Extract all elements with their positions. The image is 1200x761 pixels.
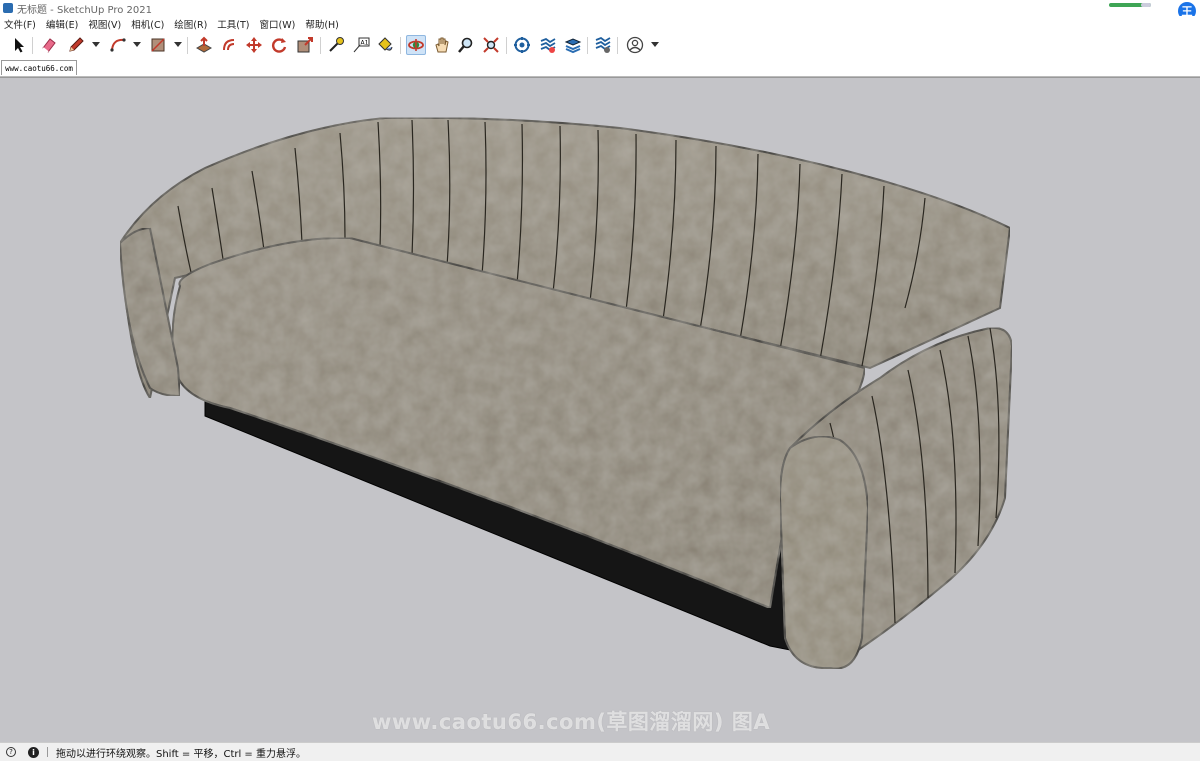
menu-help[interactable]: 帮助(H) — [305, 17, 339, 31]
info-icon[interactable]: i — [28, 746, 39, 758]
account-dropdown-icon[interactable] — [651, 42, 659, 47]
arc-dropdown-icon[interactable] — [133, 42, 141, 47]
warehouse-icon[interactable] — [512, 35, 532, 55]
geolocation-icon[interactable]: ? — [6, 747, 16, 757]
pan-icon[interactable] — [432, 35, 452, 55]
progress-bar — [1109, 3, 1151, 7]
text-icon[interactable]: A1 — [351, 35, 371, 55]
window-title: 无标题 - SketchUp Pro 2021 — [17, 4, 152, 16]
svg-text:A1: A1 — [361, 40, 369, 47]
layout-icon[interactable] — [563, 35, 583, 55]
scale-icon[interactable] — [295, 35, 315, 55]
offset-icon[interactable] — [219, 35, 239, 55]
watermark-text: www.caotu66.com(草图溜溜网) 图A — [372, 710, 771, 734]
eraser-icon[interactable] — [39, 35, 59, 55]
sofa-model — [118, 116, 1014, 670]
menu-bar: 文件(F) 编辑(E) 视图(V) 相机(C) 绘图(R) 工具(T) 窗口(W… — [0, 16, 1200, 32]
tape-measure-icon[interactable] — [326, 35, 346, 55]
account-icon[interactable] — [625, 35, 645, 55]
push-pull-icon[interactable] — [194, 35, 214, 55]
title-bar: 无标题 - SketchUp Pro 2021 王 — [0, 0, 1200, 20]
menu-tools[interactable]: 工具(T) — [217, 17, 249, 31]
pencil-dropdown-icon[interactable] — [92, 42, 100, 47]
extension-manager-icon[interactable] — [593, 35, 613, 55]
menu-draw[interactable]: 绘图(R) — [174, 17, 207, 31]
sketchup-logo-icon — [3, 3, 13, 13]
status-bar: ? i 拖动以进行环绕观察。Shift = 平移，Ctrl = 重力悬浮。 — [0, 742, 1200, 761]
zoom-extents-icon[interactable] — [481, 35, 501, 55]
status-hint: 拖动以进行环绕观察。Shift = 平移，Ctrl = 重力悬浮。 — [56, 748, 306, 760]
scene-tab[interactable]: www.caotu66.com — [1, 60, 77, 75]
menu-edit[interactable]: 编辑(E) — [46, 17, 78, 31]
menu-camera[interactable]: 相机(C) — [131, 17, 164, 31]
menu-file[interactable]: 文件(F) — [4, 17, 36, 31]
rectangle-dropdown-icon[interactable] — [174, 42, 182, 47]
extension-warehouse-icon[interactable] — [538, 35, 558, 55]
rectangle-icon[interactable] — [148, 35, 168, 55]
scene-tabs: www.caotu66.com — [0, 59, 1200, 77]
arc-icon[interactable] — [108, 35, 128, 55]
menu-view[interactable]: 视图(V) — [88, 17, 121, 31]
zoom-icon[interactable] — [456, 35, 476, 55]
paint-bucket-icon[interactable] — [375, 35, 395, 55]
armrest-front-face — [778, 435, 870, 670]
model-viewport[interactable]: www.caotu66.com(草图溜溜网) 图A — [0, 77, 1200, 742]
select-icon[interactable] — [9, 35, 29, 55]
pencil-icon[interactable] — [66, 35, 86, 55]
main-toolbar: A1 — [0, 32, 1200, 60]
menu-window[interactable]: 窗口(W) — [260, 17, 296, 31]
rotate-icon[interactable] — [269, 35, 289, 55]
move-icon[interactable] — [244, 35, 264, 55]
orbit-icon[interactable] — [406, 35, 426, 55]
